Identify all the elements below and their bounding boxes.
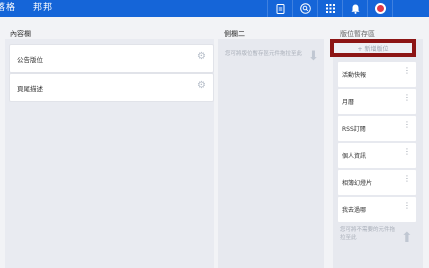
stored-widget-label: 我去過哪 [342, 207, 367, 214]
more-options-icon[interactable]: ⋮ [403, 202, 411, 210]
gear-icon[interactable]: ⚙ [197, 52, 206, 62]
document-icon[interactable] [268, 0, 292, 17]
arrow-up-icon: ⬆ [401, 230, 413, 246]
sidebar2-drop-hint: 您可將版位暫存區元件拖拉至此 [225, 51, 303, 57]
widget-announcement[interactable]: 公告版位 ⚙ [10, 45, 213, 72]
sidebar2-column-title: 側欄二 [224, 30, 245, 38]
gear-icon[interactable]: ⚙ [197, 81, 206, 91]
stored-widget-label: RSS訂閱 [342, 126, 366, 133]
more-options-icon[interactable]: ⋮ [403, 67, 411, 75]
storage-column-title: 版位暫存區 [340, 30, 375, 38]
stored-widget-item[interactable]: 活動快報 ⋮ [338, 62, 416, 87]
stored-widget-item[interactable]: 月曆 ⋮ [338, 89, 416, 114]
content-column: 公告版位 ⚙ 頁尾描述 ⚙ [5, 39, 214, 268]
toolbar-divider [392, 0, 393, 17]
sidebar2-column[interactable]: 您可將版位暫存區元件拖拉至此 ⬇ [218, 39, 324, 268]
widget-label: 公告版位 [17, 56, 43, 64]
stored-widget-label: 相簿幻燈片 [342, 180, 373, 187]
grid-icon[interactable] [318, 0, 342, 17]
stored-widget-item[interactable]: 我去過哪 ⋮ [338, 197, 416, 222]
stored-widget-label: 活動快報 [342, 72, 367, 79]
more-options-icon[interactable]: ⋮ [403, 121, 411, 129]
top-navigation-bar: 落格 邦邦 [0, 0, 429, 17]
user-avatar-button[interactable] [368, 0, 392, 17]
search-circle-icon[interactable] [293, 0, 317, 17]
arrow-down-icon: ⬇ [308, 49, 319, 64]
brand-text-left: 落格 [0, 3, 17, 13]
storage-drop-hint: 您可將不需要的元件拖拉至此 [340, 227, 396, 241]
content-column-title: 內容欄 [10, 30, 31, 38]
stored-widget-item[interactable]: 個人資訊 ⋮ [338, 143, 416, 168]
more-options-icon[interactable]: ⋮ [403, 148, 411, 156]
stored-widget-label: 個人資訊 [342, 153, 367, 160]
stored-widget-label: 月曆 [342, 99, 355, 106]
bell-icon[interactable] [343, 0, 367, 17]
widget-footer-description[interactable]: 頁尾描述 ⚙ [10, 74, 213, 101]
add-widget-button[interactable]: + 新增版位 [330, 39, 416, 57]
more-options-icon[interactable]: ⋮ [403, 94, 411, 102]
more-options-icon[interactable]: ⋮ [403, 175, 411, 183]
avatar [374, 3, 386, 14]
widget-label: 頁尾描述 [17, 85, 43, 93]
brand-text-right: 邦邦 [33, 3, 54, 13]
stored-widget-item[interactable]: 相簿幻燈片 ⋮ [338, 170, 416, 195]
stored-widget-item[interactable]: RSS訂閱 ⋮ [338, 116, 416, 141]
